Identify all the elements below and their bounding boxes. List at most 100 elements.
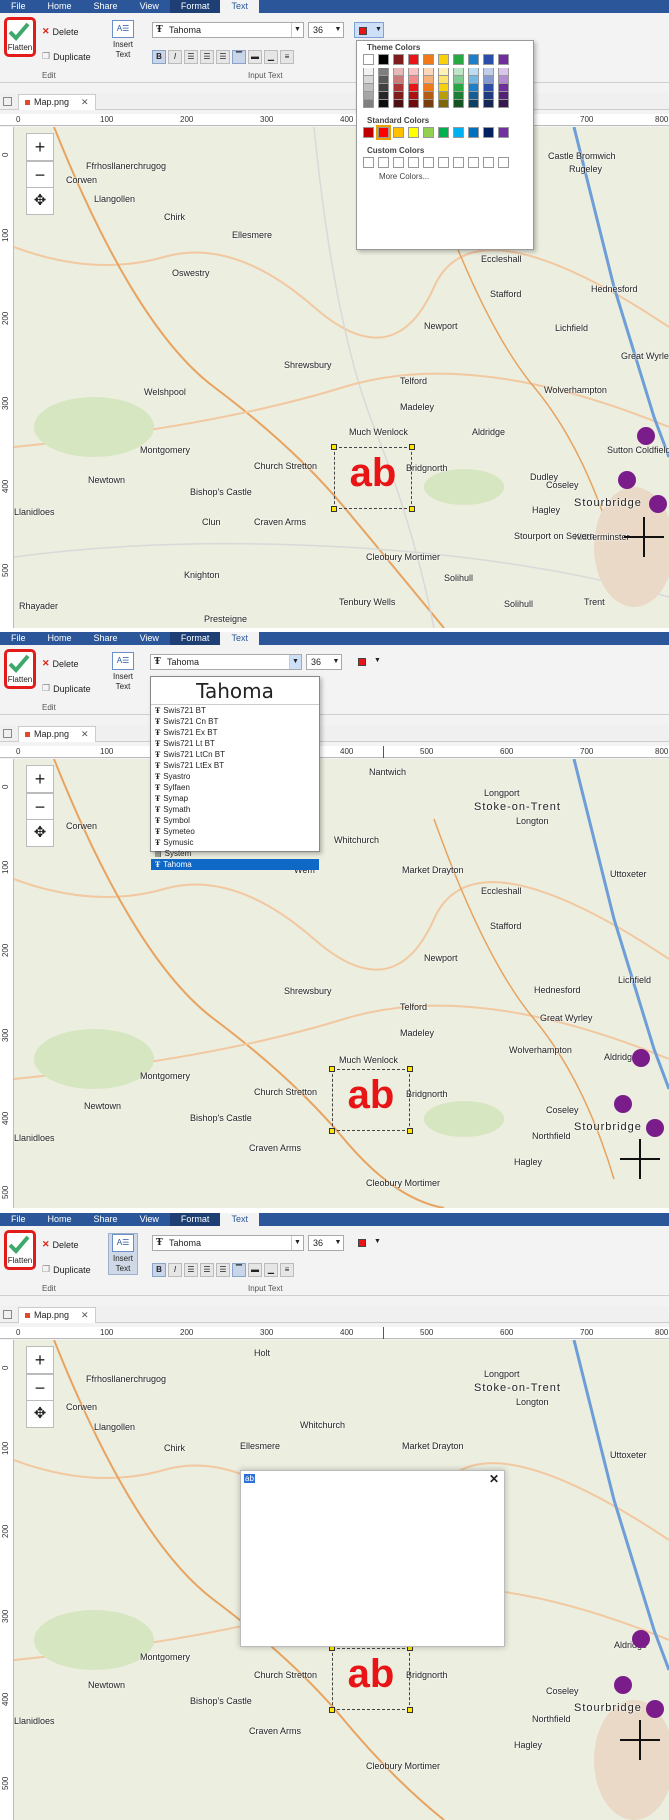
menu-text[interactable]: Text: [220, 0, 259, 13]
chevron-down-icon[interactable]: ▼: [333, 1236, 343, 1250]
close-tab-icon[interactable]: ✕: [81, 95, 89, 110]
flatten-button[interactable]: Flatten: [4, 649, 36, 689]
menu-file[interactable]: File: [0, 0, 37, 13]
insert-text-button[interactable]: A☰ Insert Text: [108, 20, 138, 60]
duplicate-button[interactable]: ❐ Duplicate: [42, 683, 91, 694]
color-swatch[interactable]: [438, 127, 449, 138]
font-size-select[interactable]: 36 ▼: [308, 1235, 344, 1251]
bold-button[interactable]: B: [152, 50, 166, 64]
map-pin-icon[interactable]: [614, 1095, 632, 1113]
font-option[interactable]: Ŧ Swis721 LtCn BT: [151, 749, 319, 760]
resize-handle[interactable]: [407, 1066, 413, 1072]
menu-format[interactable]: Format: [169, 1213, 221, 1226]
locate-icon[interactable]: ✥: [26, 187, 54, 215]
delete-button[interactable]: ✕ Delete: [42, 1239, 79, 1250]
chevron-down-icon[interactable]: ▼: [331, 655, 341, 669]
font-option[interactable]: Ŧ Swis721 BT: [151, 705, 319, 716]
color-swatch[interactable]: [483, 127, 494, 138]
resize-handle[interactable]: [409, 506, 415, 512]
selected-text[interactable]: ab: [244, 1474, 255, 1483]
grid-icon[interactable]: [3, 1310, 12, 1319]
menu-format[interactable]: Format: [169, 0, 221, 13]
color-swatch[interactable]: [378, 54, 389, 65]
more-colors-link[interactable]: More Colors...: [357, 168, 533, 181]
color-swatch[interactable]: [498, 54, 509, 65]
valign-bottom-icon[interactable]: ▁: [264, 50, 278, 64]
font-option[interactable]: Ŧ Symap: [151, 793, 319, 804]
map-pin-icon[interactable]: [632, 1049, 650, 1067]
font-size-select[interactable]: 36 ▼: [308, 22, 344, 38]
align-center-icon[interactable]: ☰: [200, 1263, 214, 1277]
grid-icon[interactable]: [3, 729, 12, 738]
font-select[interactable]: Ŧ Tahoma ▼: [152, 1235, 304, 1251]
font-option[interactable]: Ŧ Symath: [151, 804, 319, 815]
font-size-select[interactable]: 36 ▼: [306, 654, 342, 670]
color-swatch[interactable]: [363, 54, 374, 65]
zoom-out-button[interactable]: −: [26, 161, 54, 189]
text-color-button[interactable]: ▼: [354, 22, 384, 38]
insert-text-button[interactable]: A☰ Insert Text: [108, 1233, 138, 1275]
chevron-down-icon[interactable]: ▼: [375, 26, 382, 33]
menu-home[interactable]: Home: [37, 632, 83, 645]
color-swatch[interactable]: [468, 157, 479, 168]
italic-button[interactable]: I: [168, 1263, 182, 1277]
font-option[interactable]: Ŧ Symusic: [151, 837, 319, 848]
resize-handle[interactable]: [329, 1128, 335, 1134]
align-left-icon[interactable]: ☰: [184, 50, 198, 64]
zoom-out-button[interactable]: −: [26, 793, 54, 821]
chevron-down-icon[interactable]: ▼: [374, 1238, 381, 1245]
color-swatch[interactable]: [483, 157, 494, 168]
tab-map-png[interactable]: Map.png ✕: [18, 726, 96, 742]
chevron-down-icon[interactable]: ▼: [291, 1236, 303, 1250]
color-swatch[interactable]: [393, 127, 404, 138]
chevron-down-icon[interactable]: ▼: [333, 23, 343, 37]
color-swatch[interactable]: [483, 54, 494, 65]
color-swatch[interactable]: [363, 127, 374, 138]
align-right-icon[interactable]: ☰: [216, 1263, 230, 1277]
chevron-down-icon[interactable]: ▼: [291, 23, 303, 37]
color-swatch-selected[interactable]: [376, 125, 391, 140]
menu-text[interactable]: Text: [220, 632, 259, 645]
text-color-button[interactable]: ▼: [354, 1235, 384, 1251]
color-swatch[interactable]: [453, 157, 464, 168]
chevron-down-icon[interactable]: ▼: [289, 655, 301, 669]
map-canvas[interactable]: + − ✥ Corwen Ffrhosllanerchrugog Llangol…: [14, 127, 669, 628]
menu-share[interactable]: Share: [83, 1213, 129, 1226]
menu-home[interactable]: Home: [37, 1213, 83, 1226]
font-option[interactable]: ▤ System: [151, 848, 319, 859]
resize-handle[interactable]: [331, 506, 337, 512]
line-spacing-icon[interactable]: ≡: [280, 1263, 294, 1277]
menu-home[interactable]: Home: [37, 0, 83, 13]
font-option[interactable]: Ŧ Syastro: [151, 771, 319, 782]
menu-view[interactable]: View: [129, 632, 170, 645]
font-option[interactable]: Ŧ Symbol: [151, 815, 319, 826]
font-option[interactable]: Ŧ Symeteo: [151, 826, 319, 837]
map-pin-icon[interactable]: [649, 495, 667, 513]
font-select[interactable]: Ŧ Tahoma ▼: [152, 22, 304, 38]
font-option[interactable]: Ŧ Swis721 LtEx BT: [151, 760, 319, 771]
color-swatch[interactable]: [363, 157, 374, 168]
menu-text[interactable]: Text: [220, 1213, 259, 1226]
color-swatch[interactable]: [498, 157, 509, 168]
color-swatch[interactable]: [378, 157, 389, 168]
font-option-selected[interactable]: Ŧ Tahoma: [151, 859, 319, 870]
resize-handle[interactable]: [407, 1707, 413, 1713]
valign-middle-icon[interactable]: ▬: [248, 50, 262, 64]
color-swatch[interactable]: [393, 157, 404, 168]
map-pin-icon[interactable]: [646, 1119, 664, 1137]
zoom-out-button[interactable]: −: [26, 1374, 54, 1402]
tab-map-png[interactable]: Map.png ✕: [18, 1307, 96, 1323]
text-object[interactable]: ab: [334, 447, 412, 509]
menu-share[interactable]: Share: [83, 632, 129, 645]
map-pin-icon[interactable]: [637, 427, 655, 445]
color-swatch[interactable]: [393, 54, 404, 65]
tab-map-png[interactable]: Map.png ✕: [18, 94, 96, 110]
map-pin-icon[interactable]: [618, 471, 636, 489]
align-right-icon[interactable]: ☰: [216, 50, 230, 64]
zoom-in-button[interactable]: +: [26, 133, 54, 161]
color-swatch[interactable]: [408, 127, 419, 138]
align-center-icon[interactable]: ☰: [200, 50, 214, 64]
flatten-button[interactable]: Flatten: [4, 1230, 36, 1270]
close-tab-icon[interactable]: ✕: [81, 727, 89, 742]
valign-top-icon[interactable]: ▔: [232, 50, 246, 64]
